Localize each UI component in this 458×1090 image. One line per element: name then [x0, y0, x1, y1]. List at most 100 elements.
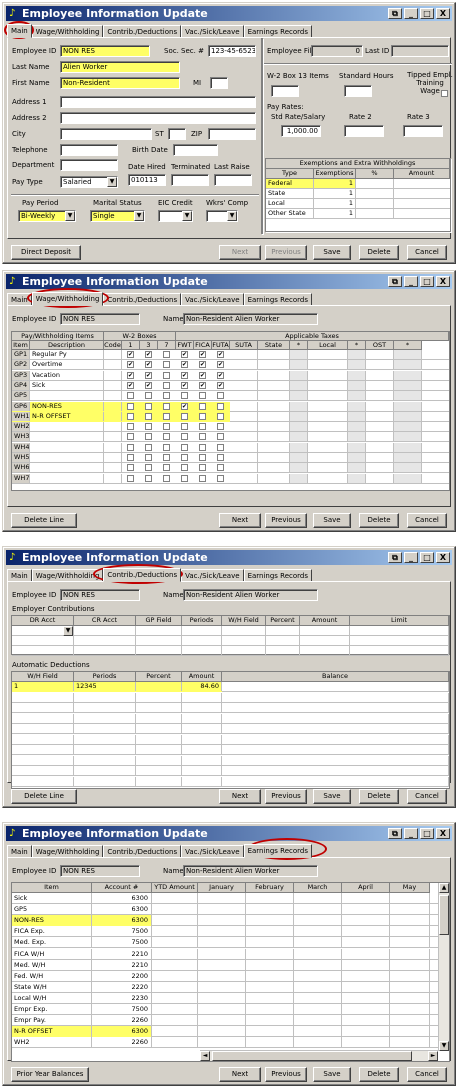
tax-checkbox[interactable]: [181, 443, 188, 451]
w2-checkbox[interactable]: [163, 423, 170, 431]
maximize-button[interactable]: □: [420, 276, 434, 287]
w2-checkbox[interactable]: [127, 443, 134, 451]
tab-earnings-records[interactable]: Earnings Records: [243, 844, 312, 858]
rate2-field[interactable]: [344, 125, 384, 137]
minimize-button[interactable]: _: [404, 8, 418, 19]
last-name-field[interactable]: Alien Worker: [60, 61, 180, 73]
close-button[interactable]: X: [436, 276, 450, 287]
w2-checkbox[interactable]: [127, 392, 134, 400]
w2-checkbox[interactable]: [163, 454, 170, 461]
cancel-button[interactable]: Cancel: [407, 513, 447, 528]
address2-field[interactable]: [60, 112, 256, 124]
wage-row[interactable]: WH4: [12, 442, 449, 453]
cancel-button[interactable]: Cancel: [407, 245, 447, 260]
tax-checkbox[interactable]: ✔: [181, 402, 188, 410]
mi-field[interactable]: [210, 77, 228, 89]
tax-checkbox[interactable]: [217, 454, 224, 461]
auto-row[interactable]: [12, 734, 449, 745]
close-button[interactable]: X: [436, 552, 450, 563]
pay-period-dropdown-icon[interactable]: ▼: [65, 211, 75, 221]
wage-row[interactable]: GP4 Sick ✔ ✔ ✔ ✔ ✔: [12, 380, 449, 391]
tax-checkbox[interactable]: [181, 412, 188, 420]
std-rate-field[interactable]: 1,000.00: [281, 125, 321, 137]
earnings-row[interactable]: Sick 6300: [12, 893, 449, 904]
earnings-row[interactable]: Empr Exp. 7500: [12, 1004, 449, 1015]
w2-checkbox[interactable]: ✔: [127, 371, 134, 379]
employee-id-field[interactable]: NON RES: [60, 45, 150, 57]
exemptions-row[interactable]: State 1: [266, 189, 450, 199]
tax-checkbox[interactable]: [199, 443, 206, 451]
tax-checkbox[interactable]: [181, 433, 188, 441]
w2-checkbox[interactable]: ✔: [145, 351, 152, 358]
telephone-field[interactable]: [60, 144, 118, 156]
w2-checkbox[interactable]: [145, 443, 152, 451]
tax-checkbox[interactable]: ✔: [181, 351, 188, 358]
exemptions-row[interactable]: Federal 1: [266, 179, 450, 189]
previous-button[interactable]: Previous: [265, 1067, 307, 1082]
earnings-row[interactable]: WH2 2260: [12, 1037, 449, 1049]
tax-checkbox[interactable]: [181, 474, 188, 482]
auto-row[interactable]: [12, 713, 449, 724]
wage-row[interactable]: GP1 Regular Py ✔ ✔ ✔ ✔ ✔: [12, 350, 449, 360]
horizontal-scrollbar[interactable]: ◄ ►: [200, 1050, 438, 1061]
tax-checkbox[interactable]: [217, 464, 224, 472]
auto-row[interactable]: [12, 755, 449, 766]
earnings-row[interactable]: Empr Pay. 2260: [12, 1015, 449, 1027]
tax-checkbox[interactable]: [217, 443, 224, 451]
address1-field[interactable]: [60, 96, 256, 108]
w2-checkbox[interactable]: [145, 423, 152, 431]
earnings-row[interactable]: Med. W/H 2210: [12, 959, 449, 971]
scroll-right-icon[interactable]: ►: [428, 1051, 438, 1061]
w2-checkbox[interactable]: [127, 423, 134, 431]
employer-row[interactable]: ▼: [12, 626, 449, 636]
save-button[interactable]: Save: [313, 1067, 351, 1082]
save-button[interactable]: Save: [313, 513, 351, 528]
earnings-row[interactable]: Fed. W/H 2200: [12, 970, 449, 982]
earnings-row[interactable]: FICA W/H 2210: [12, 948, 449, 960]
wage-row[interactable]: WH7: [12, 473, 449, 484]
auto-row[interactable]: [12, 692, 449, 703]
w2-checkbox[interactable]: [127, 474, 134, 482]
w2-checkbox[interactable]: [163, 361, 170, 369]
tax-checkbox[interactable]: ✔: [217, 351, 224, 358]
first-name-field[interactable]: Non-Resident: [60, 77, 180, 89]
w2-checkbox[interactable]: [127, 464, 134, 472]
auto-row[interactable]: [12, 776, 449, 787]
w2-checkbox[interactable]: [163, 402, 170, 410]
minimize-button[interactable]: _: [404, 552, 418, 563]
marital-status-dropdown-icon[interactable]: ▼: [134, 211, 144, 221]
tax-checkbox[interactable]: ✔: [199, 351, 206, 358]
minimize-button[interactable]: _: [404, 276, 418, 287]
w2-checkbox[interactable]: ✔: [145, 381, 152, 389]
dr-acct-dropdown-icon[interactable]: ▼: [63, 626, 73, 636]
restore-button[interactable]: ⧉: [388, 552, 402, 563]
tax-checkbox[interactable]: [181, 454, 188, 461]
tab-wage-withholding[interactable]: Wage/Withholding: [31, 292, 104, 306]
auto-row[interactable]: 1 12345 84.60: [12, 682, 449, 692]
terminated-field[interactable]: [171, 174, 209, 186]
vertical-scrollbar[interactable]: ▲ ▼: [438, 883, 449, 1051]
w2-checkbox[interactable]: [163, 392, 170, 400]
tax-checkbox[interactable]: [217, 423, 224, 431]
w2-checkbox[interactable]: [145, 464, 152, 472]
delete-button[interactable]: Delete: [359, 513, 399, 528]
pay-type-dropdown-icon[interactable]: ▼: [107, 177, 117, 187]
close-button[interactable]: X: [436, 828, 450, 839]
tax-checkbox[interactable]: ✔: [217, 361, 224, 369]
department-field[interactable]: [60, 159, 118, 171]
tax-checkbox[interactable]: [199, 412, 206, 420]
save-button[interactable]: Save: [313, 789, 351, 804]
delete-line-button[interactable]: Delete Line: [11, 789, 77, 804]
w2-checkbox[interactable]: [145, 402, 152, 410]
tax-checkbox[interactable]: [199, 433, 206, 441]
wage-row[interactable]: WH2: [12, 422, 449, 433]
tab-contrib-deductions[interactable]: Contrib./Deductions: [103, 568, 182, 582]
tax-checkbox[interactable]: [217, 474, 224, 482]
tax-checkbox[interactable]: [199, 474, 206, 482]
zip-field[interactable]: [208, 128, 256, 140]
scroll-thumb-h[interactable]: [212, 1051, 412, 1061]
w2-checkbox[interactable]: ✔: [127, 361, 134, 369]
direct-deposit-button[interactable]: Direct Deposit: [11, 245, 81, 260]
maximize-button[interactable]: □: [420, 8, 434, 19]
earnings-row[interactable]: Local W/H 2230: [12, 992, 449, 1004]
